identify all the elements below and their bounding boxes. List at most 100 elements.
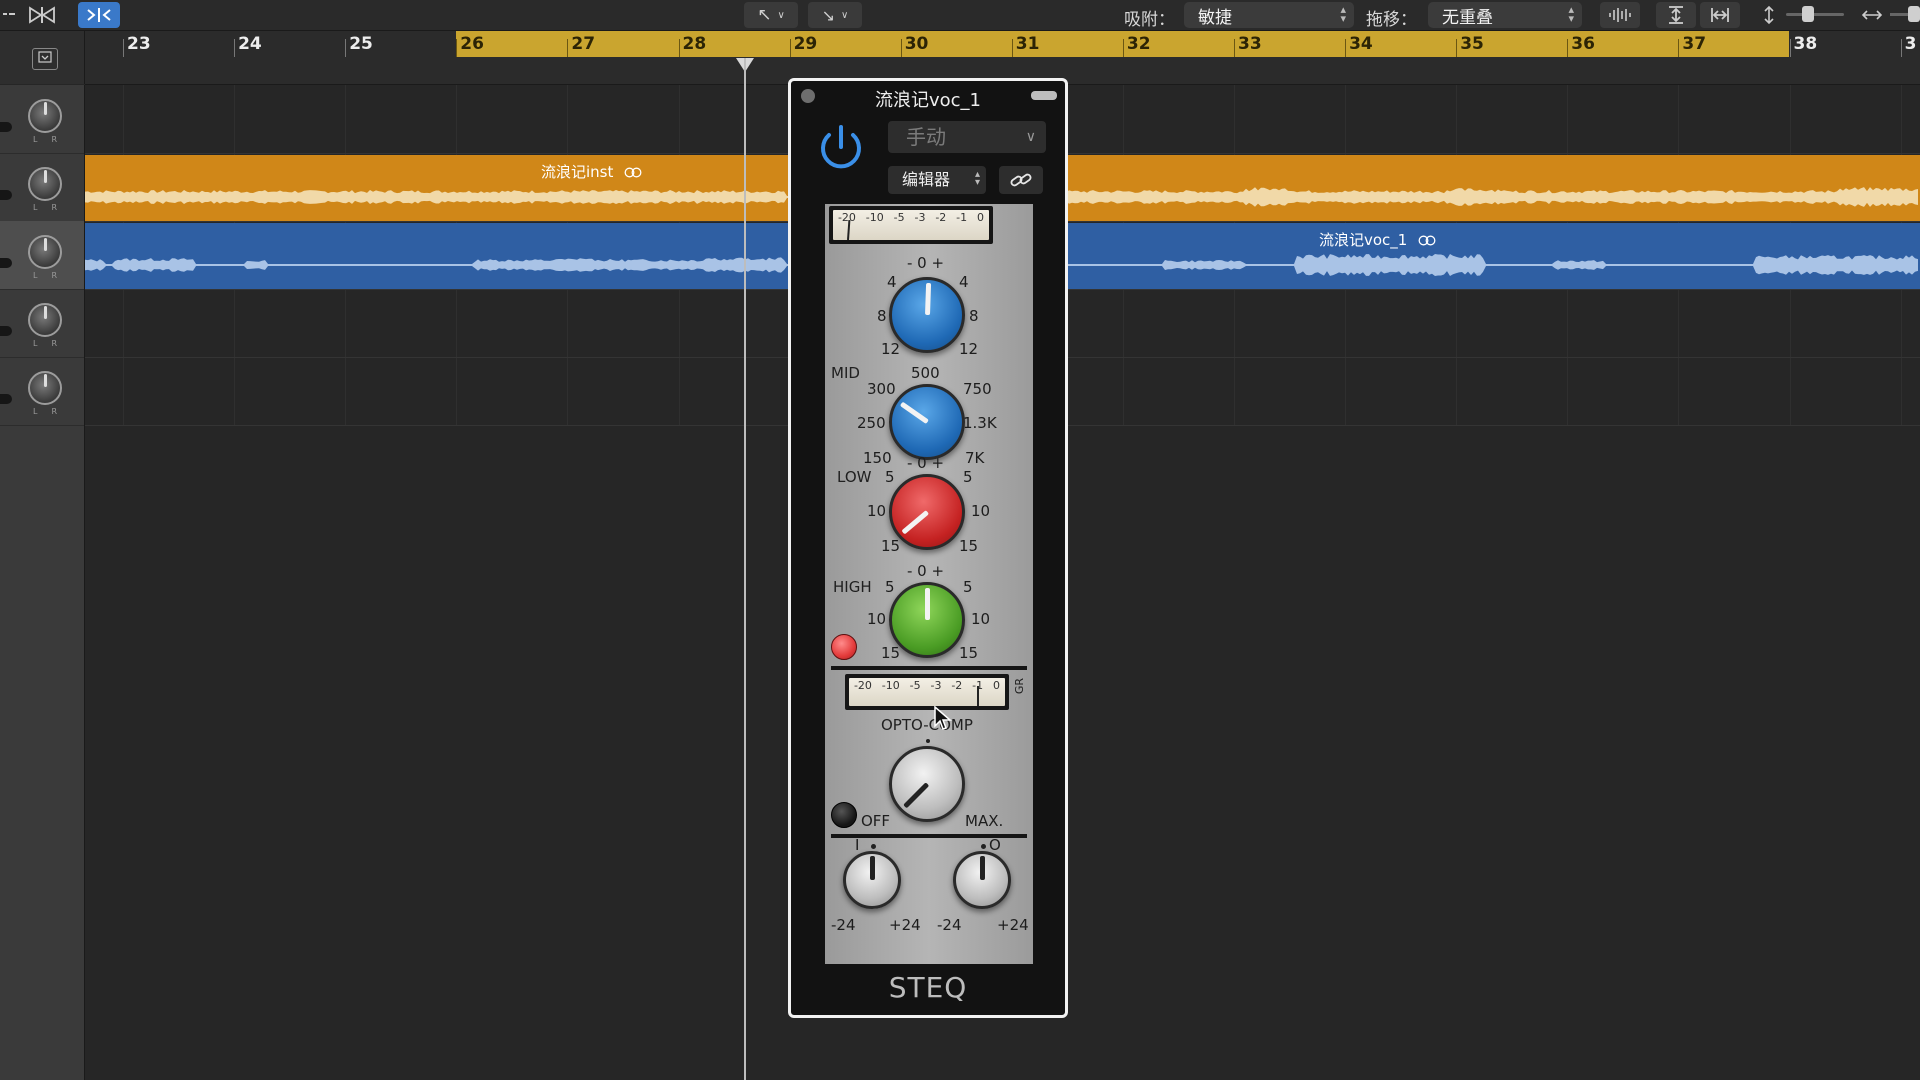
pointer-tool-menu[interactable]: ↖ ∨ [744,2,798,28]
bar-tick [1789,39,1791,57]
track-handle [0,190,12,200]
bar-number: 23 [127,34,151,54]
bar-number: 27 [571,34,596,54]
bar-number: 25 [349,34,373,54]
meter-scale-label: 0 [977,211,984,224]
bar-tick [567,39,569,57]
plugin-title: 流浪记voc_1 [874,90,981,111]
mid-label: MID [831,364,860,382]
scale-label: 750 [963,380,992,398]
track-handle [0,326,12,336]
scale-label: -24 [937,916,962,934]
meter-scale-label: -3 [914,211,926,224]
scale-label: 10 [971,610,991,628]
bar-number: 34 [1349,34,1373,54]
output-meter: -20 -10 -5 -3 -2 -1 0 [829,206,993,244]
output-gain-knob[interactable] [953,851,1011,909]
scale-label: +24 [997,916,1029,934]
bar-number: 38 [1793,34,1818,54]
slider-thumb[interactable] [1802,6,1814,22]
pan-knob[interactable] [28,235,62,269]
scale-label: 10 [867,610,887,628]
mid-frequency-knob[interactable] [889,384,965,460]
bar-number: 26 [460,34,484,54]
comp-active-led[interactable] [831,802,857,828]
view-select[interactable]: 编辑器 ▴ ▾ [888,166,986,194]
pan-lr-icon: LR [33,135,72,144]
plugin-name: STEQ [888,971,968,1004]
gain-knob[interactable] [889,277,965,353]
scale-label: 12 [959,340,979,358]
vertical-fit-icon[interactable] [1656,2,1696,28]
pan-knob[interactable] [28,167,62,201]
link-icon [1010,173,1032,187]
pan-lr-icon: LR [33,407,72,416]
gain-reduction-meter: -20-10-5-3-2-10 [845,674,1009,710]
scale-label: - 0 + [907,562,945,580]
scale-label: -24 [831,916,856,934]
menu-icon[interactable] [0,2,18,28]
mouse-cursor-icon [934,706,952,730]
pan-knob[interactable] [28,371,62,405]
meter-scale-label: -10 [865,211,884,224]
meter-scale-label: -5 [893,211,905,224]
high-gain-knob[interactable] [889,582,965,658]
meter-needle [977,686,979,706]
scale-label: MAX. [965,812,1004,830]
drag-value: 无重叠 [1442,7,1493,28]
global-tracks-toggle[interactable] [32,48,58,70]
track-header-1[interactable]: LR [0,85,84,154]
high-label: HIGH [833,578,872,596]
compression-knob[interactable] [889,746,965,822]
scale-label: 5 [885,468,895,486]
secondary-tool-menu[interactable]: ↘ ∨ [808,2,862,28]
bar-tick [456,39,458,57]
drag-select[interactable]: 无重叠 ▴ ▾ [1428,2,1582,28]
pan-knob[interactable] [28,303,62,337]
bar-ruler[interactable]: 23 24 25 26 27 28 29 30 31 32 33 34 35 36 37 38 3 [85,31,1920,85]
snap-select[interactable]: 敏捷 ▴ ▾ [1184,2,1354,28]
scale-label: 5 [963,578,973,596]
knob-mark [871,844,876,849]
vertical-zoom-slider[interactable] [1786,6,1844,22]
bar-number: 29 [793,34,818,54]
track-header-3[interactable]: LR [0,221,84,290]
knob-mark [981,844,986,849]
scale-label: 15 [959,537,979,555]
meter-scale-label: -3 [930,679,942,692]
waveform-zoom-button[interactable] [1600,2,1640,28]
eq-active-led[interactable] [831,634,857,660]
track-header-2[interactable]: LR [0,153,84,222]
low-gain-knob[interactable] [889,474,965,550]
scale-label: 8 [969,307,979,325]
pointer-tool-icon: ↖ [757,5,772,25]
pan-knob[interactable] [28,99,62,133]
link-button[interactable] [999,166,1043,194]
pan-lr-icon: LR [33,339,72,348]
track-header-5[interactable]: LR [0,357,84,426]
replace-mode-icon[interactable] [24,2,60,28]
slider-thumb[interactable] [1908,6,1920,22]
knob-mark [926,739,930,743]
preset-value: 手动 [906,125,946,149]
horizontal-fit-icon[interactable] [1700,2,1740,28]
scale-label: 15 [881,537,901,555]
horizontal-zoom-slider[interactable] [1890,6,1920,22]
scale-label: 300 [867,380,896,398]
track-handle [0,394,12,404]
updown-icon: ▴ ▾ [974,169,980,188]
track-header-4[interactable]: LR [0,289,84,358]
bar-tick [1567,39,1569,57]
flex-mode-button[interactable] [78,2,120,28]
pan-lr-icon: LR [33,271,72,280]
minimize-button[interactable] [1031,91,1057,100]
preset-dropdown[interactable]: 手动 ∨ [888,121,1046,153]
bar-tick [345,39,347,57]
input-gain-knob[interactable] [843,851,901,909]
scale-label: 4 [959,273,969,291]
bar-tick [789,39,791,57]
scale-label: 4 [887,273,897,291]
input-label: I [855,836,860,854]
power-icon[interactable] [815,121,867,175]
bar-tick [900,39,902,57]
